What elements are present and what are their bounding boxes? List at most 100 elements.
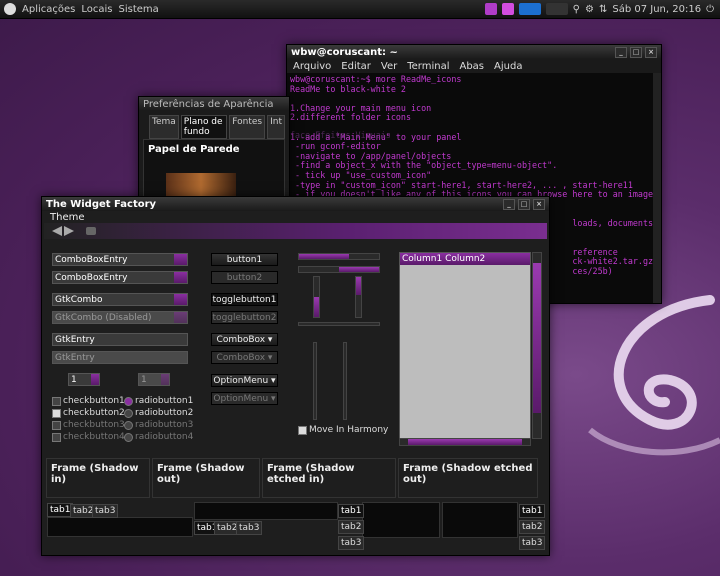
horizontal-scrollbar[interactable] [399, 438, 531, 446]
spin-arrows-icon[interactable] [91, 374, 99, 385]
menu-theme[interactable]: Theme [50, 212, 85, 223]
radio-icon [124, 420, 133, 430]
radiobutton[interactable]: radiobutton2 [124, 408, 193, 418]
menu-file[interactable]: Arquivo [293, 61, 331, 72]
tab-fonts[interactable]: Fontes [229, 115, 266, 139]
spin-button[interactable]: 1 [68, 373, 100, 386]
checkbutton[interactable]: checkbutton1 [52, 396, 125, 406]
app-launcher-icon[interactable] [501, 3, 514, 15]
combobox-entry[interactable]: ComboBoxEntry [52, 253, 188, 266]
checkbutton[interactable]: checkbutton2 [52, 408, 125, 418]
tree-view[interactable]: Column1 Column2 [399, 252, 531, 439]
menu-tabs[interactable]: Abas [459, 61, 484, 72]
menu-help[interactable]: Ajuda [494, 61, 522, 72]
checkbutton-disabled: checkbutton4 [52, 432, 125, 442]
gtk-combo[interactable]: GtkCombo [52, 293, 188, 306]
checkbox-checked-icon [298, 425, 307, 435]
combobox[interactable]: ComboBox ▾ [211, 333, 278, 346]
appearance-preferences-window: Preferências de Aparência Tema Plano de … [138, 96, 290, 223]
menu-edit[interactable]: Editar [341, 61, 371, 72]
menu-view[interactable]: Ver [381, 61, 397, 72]
vertical-slider[interactable] [355, 276, 362, 318]
vertical-scrollbar[interactable] [532, 252, 542, 439]
option-menu[interactable]: OptionMenu ▾ [211, 374, 278, 387]
search-icon[interactable]: ⚲ [573, 4, 580, 15]
notebook-tab[interactable]: tab3 [338, 536, 365, 550]
dropdown-arrow-icon[interactable] [174, 272, 187, 283]
dropdown-arrow-icon[interactable] [174, 254, 187, 265]
prefs-title: Preferências de Aparência [143, 98, 274, 110]
combobox-entry-text: ComboBoxEntry [55, 255, 128, 265]
menu-places[interactable]: Locais [81, 4, 112, 15]
checkbutton-label: checkbutton1 [63, 396, 125, 406]
tree-header[interactable]: Column1 Column2 [400, 253, 530, 265]
factory-titlebar[interactable]: The Widget Factory _ □ × [42, 197, 549, 211]
notebook-tab[interactable]: tab2 [338, 520, 365, 534]
notebook-tab[interactable]: tab3 [519, 536, 546, 550]
horizontal-scale[interactable] [298, 322, 380, 326]
terminal-scrollbar[interactable] [653, 73, 661, 303]
vertical-scale[interactable] [313, 342, 317, 420]
button1[interactable]: button1 [211, 253, 278, 266]
distro-logo-icon[interactable] [4, 3, 16, 15]
column1-header[interactable]: Column1 [402, 254, 442, 264]
notebook-bottom [194, 502, 338, 520]
close-button[interactable]: × [645, 46, 657, 58]
radio-icon [124, 396, 133, 406]
terminal-menubar: Arquivo Editar Ver Terminal Abas Ajuda [287, 59, 661, 73]
notebook-tab[interactable]: tab1 [338, 504, 365, 518]
frame-shadow-out: Frame (Shadow out) [152, 458, 260, 498]
spin-arrows-icon [161, 374, 169, 385]
tab-background[interactable]: Plano de fundo [180, 115, 228, 139]
tab-theme[interactable]: Tema [149, 115, 179, 139]
menu-applications[interactable]: Aplicações [22, 4, 75, 15]
move-in-harmony-label: Move In Harmony [309, 425, 389, 435]
workspace-switcher[interactable] [518, 3, 541, 15]
frame-shadow-in: Frame (Shadow in) [46, 458, 150, 498]
dropdown-arrow-icon[interactable] [174, 294, 187, 305]
notebook-tab[interactable]: tab3 [236, 521, 263, 535]
radio-icon [124, 432, 133, 442]
maximize-button[interactable]: □ [630, 46, 642, 58]
horizontal-slider[interactable] [298, 266, 380, 273]
radiobutton-disabled: radiobutton4 [124, 432, 193, 442]
minimize-button[interactable]: _ [615, 46, 627, 58]
move-in-harmony-check[interactable]: Move In Harmony [298, 425, 388, 435]
column2-header[interactable]: Column2 [445, 254, 485, 264]
terminal-line: 2.different folder icons [290, 112, 412, 123]
back-icon[interactable] [52, 226, 62, 236]
menu-terminal[interactable]: Terminal [407, 61, 449, 72]
clock[interactable]: Sáb 07 Jun, 20:16 [612, 4, 701, 15]
maximize-button[interactable]: □ [518, 198, 530, 210]
terminal-titlebar[interactable]: wbw@coruscant: ~ _ □ × [287, 45, 661, 59]
gear-icon[interactable] [86, 227, 96, 235]
tab-interface[interactable]: Int [267, 115, 285, 139]
togglebutton1[interactable]: togglebutton1 [211, 293, 278, 306]
option-menu-label: OptionMenu [213, 376, 269, 386]
radiobutton[interactable]: radiobutton1 [124, 396, 193, 406]
menu-system[interactable]: Sistema [119, 4, 159, 15]
vertical-scale[interactable] [343, 342, 347, 420]
checkbox-checked-icon [52, 408, 61, 418]
forward-icon[interactable] [64, 226, 74, 236]
notebook-tab[interactable]: tab2 [519, 520, 546, 534]
gtk-entry[interactable]: GtkEntry [52, 333, 188, 346]
workspace-switcher[interactable] [545, 3, 568, 15]
combobox-label: ComboBox [216, 353, 266, 363]
app-launcher-icon[interactable] [484, 3, 497, 15]
close-button[interactable]: × [533, 198, 545, 210]
minimize-button[interactable]: _ [503, 198, 515, 210]
spin-value: 1 [71, 375, 77, 385]
checkbutton-disabled: checkbutton3 [52, 420, 125, 430]
prefs-titlebar[interactable]: Preferências de Aparência [139, 97, 289, 111]
network-icon[interactable]: ⇅ [599, 4, 607, 15]
top-panel: Aplicações Locais Sistema ⚲ ⚙ ⇅ Sáb 07 J… [0, 0, 720, 19]
power-icon[interactable]: ⏻ [706, 4, 714, 15]
checkbutton-label: checkbutton2 [63, 408, 125, 418]
combobox-entry[interactable]: ComboBoxEntry [52, 271, 188, 284]
notebook-tab[interactable]: tab1 [519, 504, 546, 518]
option-menu-disabled: OptionMenu ▾ [211, 392, 278, 405]
settings-icon[interactable]: ⚙ [585, 4, 594, 15]
notebook-tab[interactable]: tab3 [92, 504, 119, 518]
terminal-overlay-text: face Efeitos Visuais [290, 130, 391, 140]
